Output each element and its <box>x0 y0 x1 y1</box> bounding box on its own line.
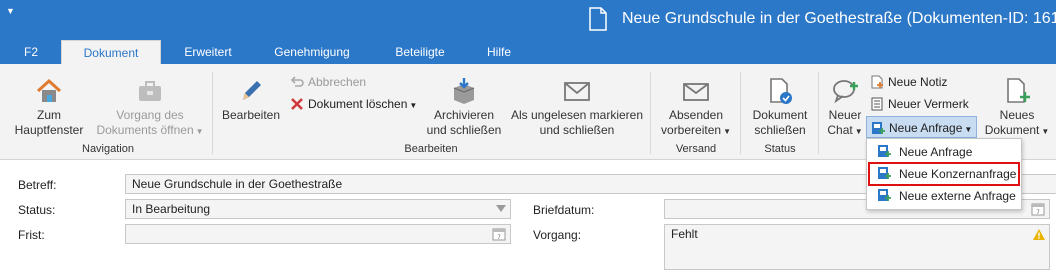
menu-item-neue-anfrage[interactable]: Neue Anfrage <box>869 141 1019 163</box>
absenden-label-2: vorbereiten ▼ <box>661 123 731 137</box>
dokument-schliessen-button[interactable]: Dokument schließen <box>746 76 814 138</box>
frist-date-field[interactable]: 7 <box>125 224 511 244</box>
status-label: Status: <box>18 203 56 217</box>
home-icon <box>36 78 62 102</box>
vorgang-oeffnen-button[interactable]: Vorgang des Dokuments öffnen ▼ <box>94 76 206 139</box>
chevron-down-icon: ▼ <box>723 127 731 136</box>
vorgang-field[interactable]: Fehlt <box>664 224 1050 270</box>
neuer-chat-button[interactable]: Neuer Chat ▼ <box>824 76 866 139</box>
archivieren-label-1: Archivieren <box>433 108 495 122</box>
vorgang-oeffnen-label-2: Dokuments öffnen ▼ <box>96 123 204 137</box>
svg-text:7: 7 <box>497 234 501 241</box>
als-ungelesen-markieren-button[interactable]: Als ungelesen markieren und schließen <box>510 76 644 138</box>
archivieren-label-2: und schließen <box>426 123 502 137</box>
neues-dokument-button[interactable]: Neues Dokument ▼ <box>982 76 1052 139</box>
chevron-down-icon: ▼ <box>1041 127 1050 136</box>
frist-label: Frist: <box>18 228 45 242</box>
zum-hauptfenster-label-2: Hauptfenster <box>14 123 84 137</box>
status-value: In Bearbeitung <box>132 202 211 216</box>
betreff-label: Betreff: <box>18 178 57 192</box>
chevron-down-icon: ▼ <box>195 127 204 136</box>
neue-notiz-button[interactable]: Neue Notiz <box>870 72 947 92</box>
neuer-vermerk-button[interactable]: Neuer Vermerk <box>870 94 969 114</box>
tab-beteiligte[interactable]: Beteiligte <box>380 40 460 64</box>
warning-icon <box>1033 229 1045 240</box>
group-divider <box>212 72 213 154</box>
menu-item-neue-externe-anfrage[interactable]: Neue externe Anfrage <box>869 185 1019 207</box>
group-divider <box>650 72 651 154</box>
request-form-icon <box>878 145 891 157</box>
group-label-bearbeiten: Bearbeiten <box>404 143 458 155</box>
group-label-status: Status <box>764 143 796 155</box>
vorgang-value: Fehlt <box>671 227 698 241</box>
group-divider <box>740 72 741 154</box>
new-document-icon <box>1007 78 1030 103</box>
svg-text:7: 7 <box>1036 209 1040 216</box>
request-form-icon <box>872 122 885 134</box>
title-bar: ▼ Neue Grundschule in der Goethestraße (… <box>0 0 1056 40</box>
tab-erweitert[interactable]: Erweitert <box>170 40 246 64</box>
request-form-icon <box>878 189 891 201</box>
dokument-schliessen-label-2: schließen <box>754 123 806 137</box>
absenden-vorbereiten-button[interactable]: Absenden vorbereiten ▼ <box>656 76 736 139</box>
tab-dokument[interactable]: Dokument <box>61 40 161 64</box>
send-envelope-icon <box>683 83 709 101</box>
zum-hauptfenster-button[interactable]: Zum Hauptfenster <box>8 76 90 138</box>
zum-hauptfenster-label-1: Zum <box>37 108 61 122</box>
document-icon <box>589 7 607 31</box>
ribbon-tab-bar: F2 Dokument Erweitert Genehmigung Beteil… <box>0 40 1056 64</box>
briefcase-icon <box>139 81 161 101</box>
briefdatum-label: Briefdatum: <box>533 203 595 217</box>
request-form-icon <box>878 167 891 179</box>
abbrechen-button[interactable]: Abbrechen <box>290 72 366 92</box>
neuer-chat-label-2: Chat ▼ <box>827 123 863 137</box>
tab-f2[interactable]: F2 <box>14 40 48 64</box>
absenden-label-1: Absenden <box>668 108 724 122</box>
group-label-versand: Versand <box>675 143 717 155</box>
calendar-icon[interactable]: 7 <box>492 227 506 241</box>
neue-anfrage-split-button[interactable]: Neue Anfrage ▼ <box>866 116 978 138</box>
tab-hilfe[interactable]: Hilfe <box>474 40 524 64</box>
quick-access-dropdown-icon[interactable]: ▼ <box>6 6 15 16</box>
neuer-chat-label-1: Neuer <box>828 108 862 122</box>
ungelesen-label-1: Als ungelesen markieren <box>510 108 644 122</box>
vorgang-label: Vorgang: <box>533 228 582 242</box>
chevron-down-icon: ▼ <box>854 127 863 136</box>
dokument-loeschen-button[interactable]: Dokument löschen ▼ <box>290 94 417 114</box>
neues-dokument-label-1: Neues <box>999 108 1035 122</box>
group-label-navigation: Navigation <box>82 143 134 155</box>
chevron-down-icon: ▼ <box>964 125 973 134</box>
envelope-icon <box>564 82 590 101</box>
calendar-icon[interactable]: 7 <box>1031 202 1045 216</box>
document-check-icon <box>770 78 792 104</box>
chevron-down-icon: ▼ <box>409 101 418 110</box>
neues-dokument-label-2: Dokument ▼ <box>984 123 1050 137</box>
archivieren-button[interactable]: Archivieren und schließen <box>418 76 510 138</box>
group-divider <box>818 72 819 154</box>
delete-x-icon <box>291 98 303 110</box>
pencil-icon <box>243 81 261 100</box>
vorgang-oeffnen-label-1: Vorgang des <box>116 108 184 122</box>
bearbeiten-button[interactable]: Bearbeiten <box>218 76 284 123</box>
dokument-schliessen-label-1: Dokument <box>752 108 808 122</box>
note-add-icon <box>871 75 883 89</box>
bearbeiten-label: Bearbeiten <box>221 108 281 122</box>
undo-icon <box>290 76 304 87</box>
chat-bubble-add-icon <box>833 80 858 104</box>
neue-anfrage-dropdown-menu: Neue Anfrage Neue Konzernanfrage Neue ex… <box>866 138 1022 210</box>
tab-genehmigung[interactable]: Genehmigung <box>262 40 362 64</box>
memo-list-icon <box>871 97 883 111</box>
archive-box-icon <box>453 78 475 104</box>
ungelesen-label-2: und schließen <box>539 123 615 137</box>
status-select[interactable]: In Bearbeitung <box>125 199 511 219</box>
window-title: Neue Grundschule in der Goethestraße (Do… <box>622 10 1056 27</box>
chevron-down-icon[interactable] <box>496 205 506 213</box>
menu-item-neue-konzernanfrage[interactable]: Neue Konzernanfrage <box>868 162 1020 186</box>
